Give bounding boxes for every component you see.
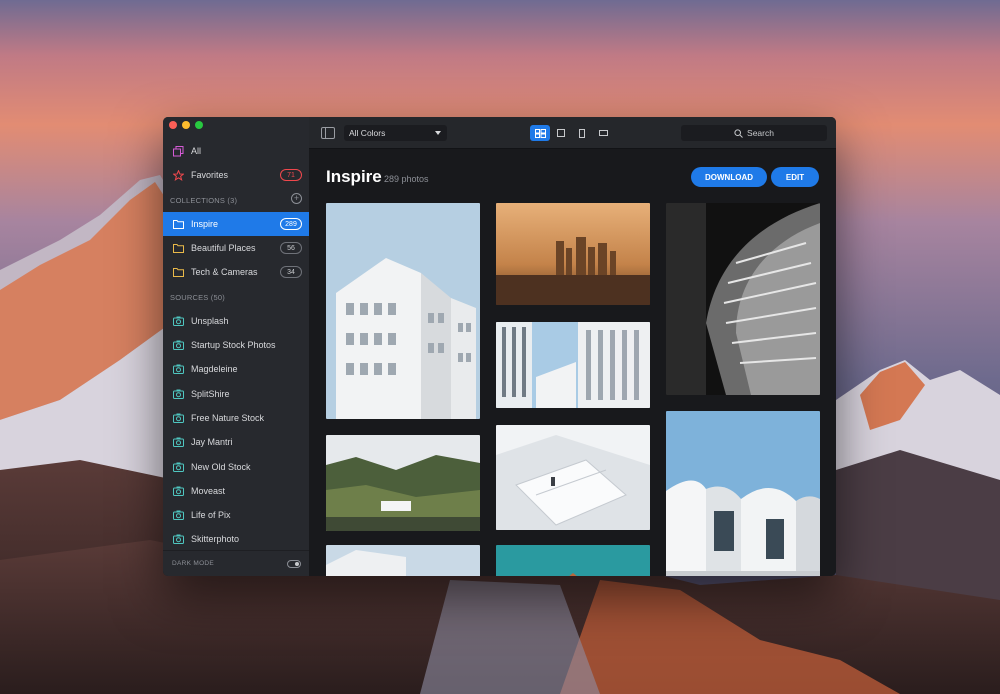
sidebar-footer: DARK MODE <box>163 550 309 576</box>
photo-teal-roof[interactable] <box>496 545 650 576</box>
photo-building-partial[interactable] <box>326 545 480 576</box>
sidebar-item-source[interactable]: Unsplash <box>163 309 309 333</box>
sidebar-item-label: Free Nature Stock <box>191 413 265 423</box>
photo-bw-spiral[interactable] <box>666 203 820 395</box>
photo-green-hills[interactable] <box>326 435 480 531</box>
toolbar: All Colors Search <box>309 117 836 149</box>
camera-icon <box>172 363 184 375</box>
app-window: All Favorites 71 COLLECTIONS (3) + Inspi… <box>163 117 836 576</box>
camera-icon <box>172 339 184 351</box>
search-placeholder: Search <box>747 128 774 138</box>
favorites-count-badge: 71 <box>280 169 302 181</box>
camera-icon <box>172 509 184 521</box>
add-collection-button[interactable]: + <box>291 193 302 204</box>
collection-count-badge: 289 <box>280 218 302 230</box>
photo-city-sunset[interactable] <box>496 203 650 305</box>
sidebar-item-label: Tech & Cameras <box>191 267 258 277</box>
sidebar-item-tech-cameras[interactable]: Tech & Cameras 34 <box>163 260 309 284</box>
stack-icon <box>172 145 184 157</box>
sidebar-item-source[interactable]: Life of Pix <box>163 503 309 527</box>
landscape-icon <box>598 130 608 136</box>
sidebar-item-label: Life of Pix <box>191 510 231 520</box>
search-input[interactable]: Search <box>681 125 827 141</box>
sources-header: SOURCES (50) <box>170 293 225 302</box>
folder-icon <box>172 242 184 254</box>
landscape-view-button[interactable] <box>593 125 613 141</box>
minimize-window-button[interactable] <box>182 121 190 129</box>
folder-icon <box>172 266 184 278</box>
page-title: Inspire <box>326 167 382 186</box>
sidebar-item-source[interactable]: Jay Mantri <box>163 430 309 454</box>
sidebar-item-label: SplitShire <box>191 389 230 399</box>
collection-count-badge: 34 <box>280 266 302 278</box>
sidebar-item-label: Magdeleine <box>191 364 238 374</box>
sidebar-item-source[interactable]: Skitterphoto <box>163 527 309 551</box>
window-controls <box>169 121 203 129</box>
sidebar-item-source[interactable]: Free Nature Stock <box>163 406 309 430</box>
sidebar-item-label: Inspire <box>191 219 219 229</box>
photo-white-facade[interactable] <box>496 322 650 408</box>
sidebar-item-label: Favorites <box>191 170 229 180</box>
camera-icon <box>172 388 184 400</box>
collections-header: COLLECTIONS (3) <box>170 196 238 205</box>
portrait-icon <box>579 128 585 138</box>
close-window-button[interactable] <box>169 121 177 129</box>
portrait-view-button[interactable] <box>572 125 592 141</box>
sidebar-item-label: New Old Stock <box>191 462 251 472</box>
photo-white-building[interactable] <box>326 203 480 419</box>
camera-icon <box>172 485 184 497</box>
camera-icon <box>172 315 184 327</box>
sidebar-item-label: Unsplash <box>191 316 229 326</box>
sidebar-item-source[interactable]: Magdeleine <box>163 357 309 381</box>
color-filter-value: All Colors <box>349 128 386 138</box>
sidebar-item-favorites[interactable]: Favorites 71 <box>163 163 309 187</box>
edit-button[interactable]: EDIT <box>771 167 819 187</box>
dark-mode-toggle[interactable] <box>287 559 301 568</box>
sidebar-item-source[interactable]: SplitShire <box>163 382 309 406</box>
sidebar-item-all[interactable]: All <box>163 139 309 163</box>
sidebar-item-source[interactable]: Startup Stock Photos <box>163 333 309 357</box>
star-icon <box>172 169 184 181</box>
sidebar-item-inspire[interactable]: Inspire 289 <box>163 212 309 236</box>
color-filter-dropdown[interactable]: All Colors <box>344 125 447 141</box>
photo-count: 289 photos <box>384 174 429 184</box>
folder-icon <box>172 218 184 230</box>
toggle-sidebar-icon[interactable] <box>321 127 335 139</box>
camera-icon <box>172 461 184 473</box>
dark-mode-label: DARK MODE <box>172 560 215 567</box>
view-mode-switcher <box>530 125 613 141</box>
sidebar-item-beautiful-places[interactable]: Beautiful Places 56 <box>163 236 309 260</box>
camera-icon <box>172 436 184 448</box>
sidebar-item-label: Skitterphoto <box>191 534 240 544</box>
photo-white-stairs[interactable] <box>496 425 650 530</box>
sidebar-item-label: All <box>191 146 202 156</box>
download-button[interactable]: DOWNLOAD <box>691 167 767 187</box>
sidebar-item-label: Startup Stock Photos <box>191 340 276 350</box>
square-view-button[interactable] <box>551 125 571 141</box>
sidebar-item-source[interactable]: Moveast <box>163 479 309 503</box>
sidebar-item-source[interactable]: New Old Stock <box>163 455 309 479</box>
search-icon <box>734 128 743 138</box>
zoom-window-button[interactable] <box>195 121 203 129</box>
photo-arched-building[interactable] <box>666 411 820 576</box>
grid-icon <box>534 128 546 138</box>
sidebar-item-label: Beautiful Places <box>191 243 256 253</box>
camera-icon <box>172 533 184 545</box>
square-icon <box>557 129 565 137</box>
sidebar: All Favorites 71 COLLECTIONS (3) + Inspi… <box>163 117 309 576</box>
sidebar-item-label: Jay Mantri <box>191 437 233 447</box>
sidebar-item-label: Moveast <box>191 486 226 496</box>
main-content: Inspire 289 photos DOWNLOAD EDIT <box>309 149 836 576</box>
chevron-down-icon <box>435 131 441 135</box>
camera-icon <box>172 412 184 424</box>
grid-view-button[interactable] <box>530 125 550 141</box>
collection-count-badge: 56 <box>280 242 302 254</box>
